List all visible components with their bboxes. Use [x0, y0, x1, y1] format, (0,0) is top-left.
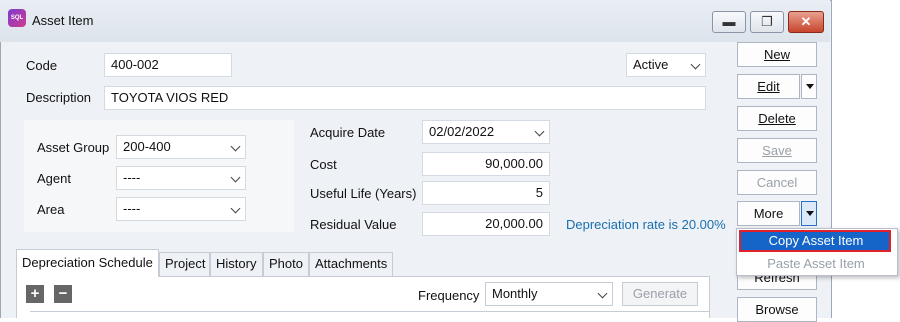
area-value: ---- — [123, 201, 141, 216]
restore-icon[interactable]: ❐ — [750, 11, 784, 33]
save-button-label: Save — [762, 143, 792, 158]
edit-dropdown-button[interactable] — [801, 74, 817, 99]
frequency-value: Monthly — [492, 286, 538, 301]
remove-icon[interactable]: − — [54, 285, 72, 303]
description-label: Description — [26, 90, 92, 105]
chevron-down-icon — [690, 59, 701, 70]
menu-item-copy-asset-item[interactable]: Copy Asset Item — [740, 233, 892, 248]
chevron-down-icon — [230, 141, 241, 152]
chevron-down-icon — [597, 288, 608, 299]
tab-attachments[interactable]: Attachments — [309, 252, 393, 276]
edit-button-label: Edit — [757, 79, 780, 94]
new-button[interactable]: New — [737, 42, 817, 67]
acquire-date-label: Acquire Date — [310, 125, 386, 140]
residual-value-label: Residual Value — [310, 217, 397, 232]
useful-life-input[interactable]: 5 — [422, 181, 550, 205]
agent-label: Agent — [37, 171, 71, 186]
status-select-value: Active — [633, 57, 669, 72]
asset-group-value: 200-400 — [123, 139, 171, 154]
cancel-button[interactable]: Cancel — [737, 170, 817, 195]
edit-button[interactable]: Edit — [737, 74, 800, 99]
tab-depreciation-schedule[interactable]: Depreciation Schedule — [16, 249, 159, 277]
acquire-date-value: 02/02/2022 — [429, 124, 495, 139]
schedule-grid-header — [30, 311, 710, 318]
code-label: Code — [26, 58, 58, 73]
useful-life-label: Useful Life (Years) — [310, 186, 417, 201]
caret-down-icon — [806, 84, 814, 89]
more-dropdown-button[interactable] — [801, 201, 817, 226]
add-icon[interactable]: + — [26, 285, 44, 303]
chevron-down-icon — [534, 126, 545, 137]
chevron-down-icon — [230, 172, 241, 183]
new-button-label: New — [763, 47, 790, 62]
browse-button[interactable]: Browse — [737, 297, 817, 322]
menu-item-paste-asset-item[interactable]: Paste Asset Item — [740, 256, 892, 271]
asset-group-label: Asset Group — [37, 140, 110, 155]
more-button[interactable]: More — [737, 201, 800, 226]
save-button[interactable]: Save — [737, 138, 817, 163]
asset-group-select[interactable]: 200-400 — [116, 135, 246, 159]
frequency-select[interactable]: Monthly — [485, 282, 613, 306]
description-input[interactable]: TOYOTA VIOS RED — [104, 86, 706, 110]
caret-down-icon — [806, 211, 814, 216]
cost-label: Cost — [310, 157, 337, 172]
tab-project[interactable]: Project — [159, 252, 210, 276]
app-icon: SQL — [8, 9, 26, 27]
residual-value-input[interactable]: 20,000.00 — [422, 212, 550, 236]
area-label: Area — [37, 202, 65, 217]
area-select[interactable]: ---- — [116, 197, 246, 221]
depreciation-rate-note: Depreciation rate is 20.00% — [566, 217, 726, 232]
agent-value: ---- — [123, 170, 141, 185]
cost-input[interactable]: 90,000.00 — [422, 152, 550, 176]
delete-button[interactable]: Delete — [737, 106, 817, 131]
frequency-label: Frequency — [418, 288, 480, 303]
tab-photo[interactable]: Photo — [263, 252, 309, 276]
status-select[interactable]: Active — [626, 53, 706, 77]
code-input[interactable]: 400-002 — [104, 53, 232, 77]
tab-history[interactable]: History — [210, 252, 263, 276]
close-icon[interactable]: ✕ — [788, 11, 824, 33]
minimize-icon[interactable]: ▬ — [712, 11, 746, 33]
window-title: Asset Item — [32, 13, 94, 28]
chevron-down-icon — [230, 203, 241, 214]
agent-select[interactable]: ---- — [116, 166, 246, 190]
acquire-date-picker[interactable]: 02/02/2022 — [422, 120, 550, 144]
generate-button[interactable]: Generate — [622, 282, 698, 306]
delete-button-label: Delete — [758, 111, 796, 126]
title-bar — [0, 0, 830, 42]
